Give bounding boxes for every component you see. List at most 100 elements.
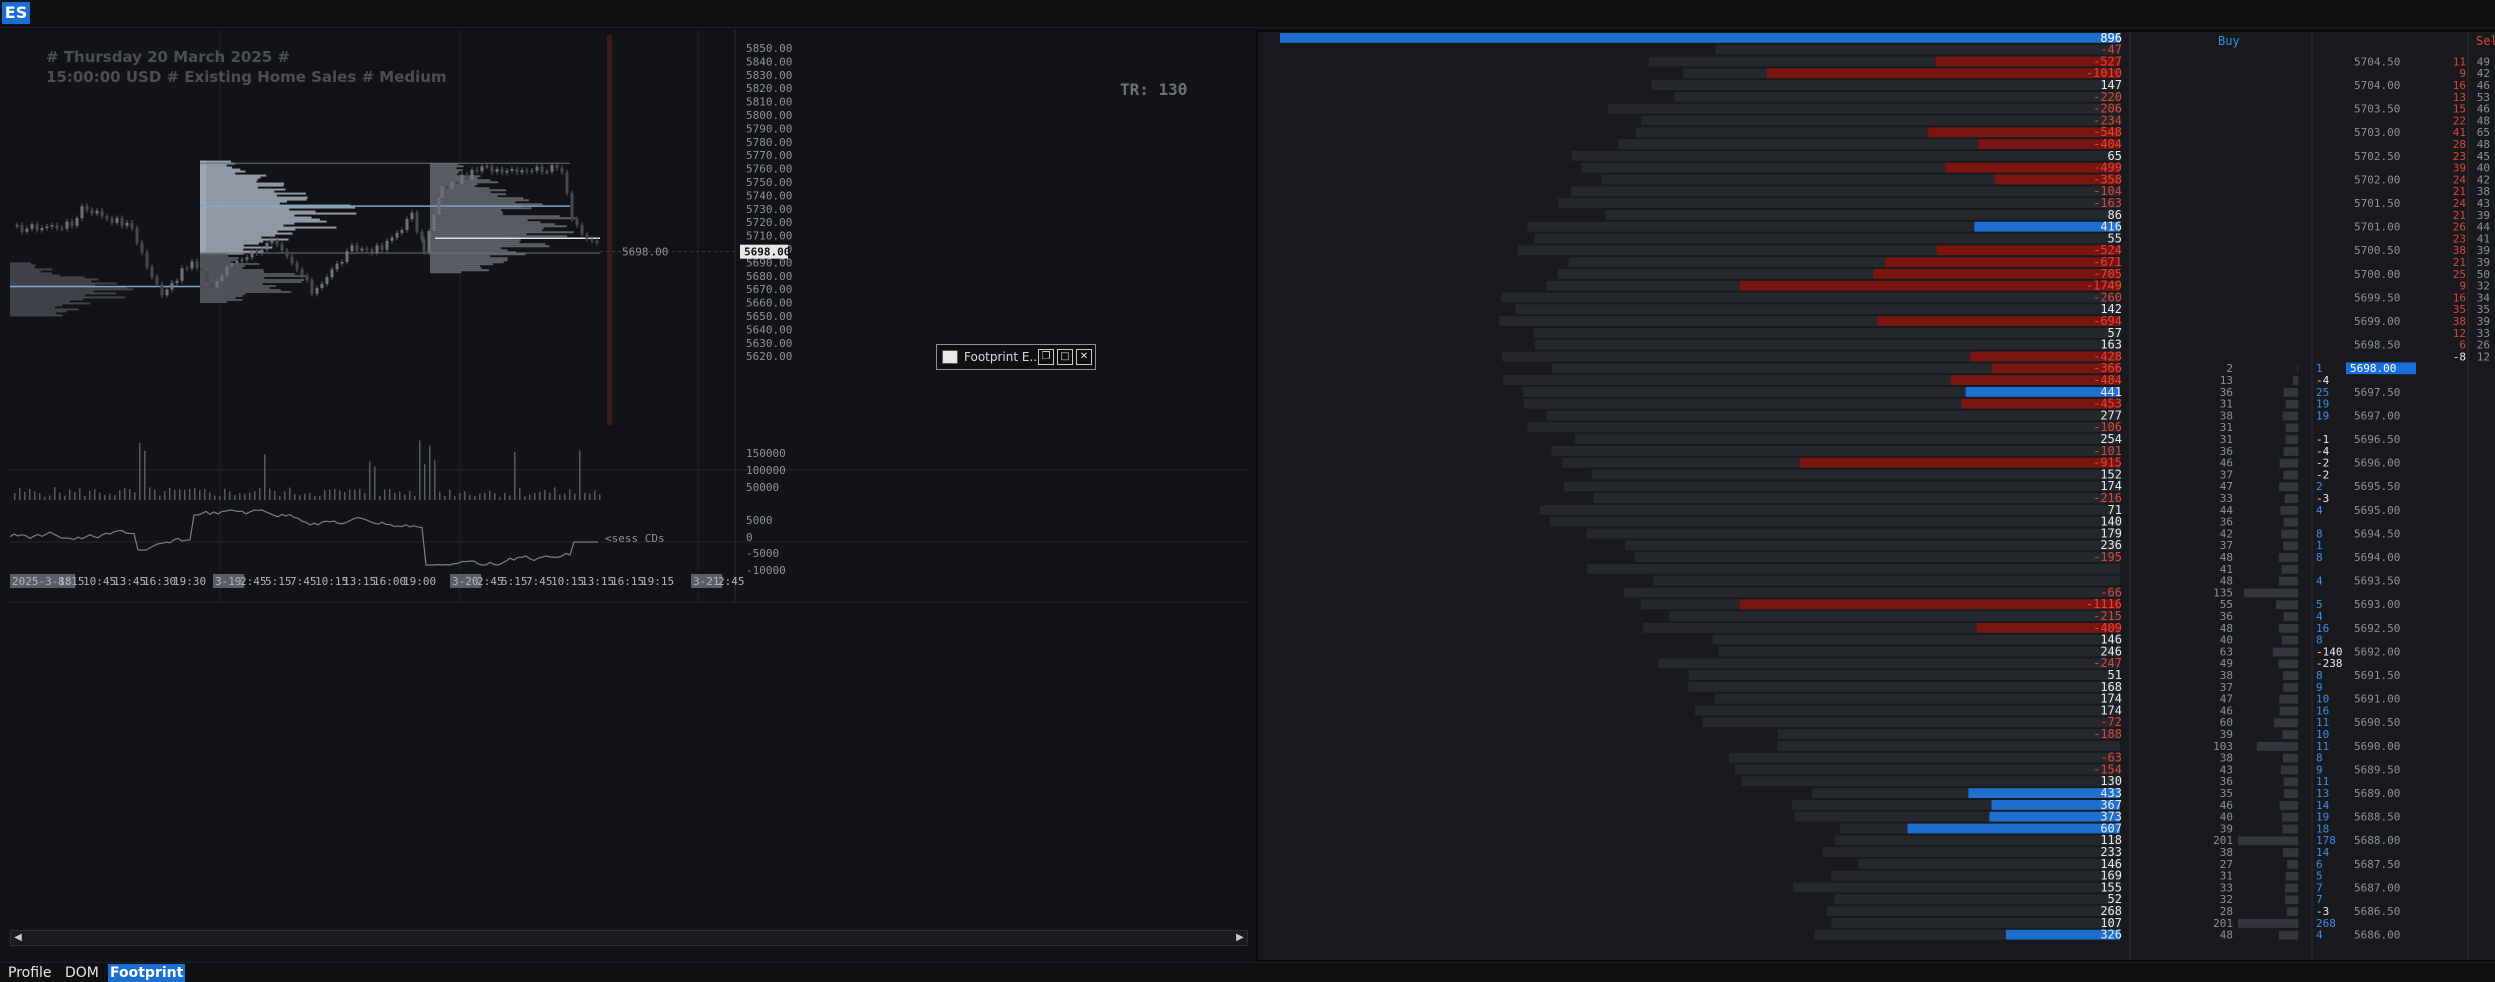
dom-row: -188 39 10 — [1778, 727, 2329, 741]
profile-bar — [200, 263, 260, 266]
dom-volume-bar — [1593, 493, 2120, 503]
volume-bar — [254, 491, 256, 500]
volume-bar — [544, 489, 546, 500]
candle-body — [235, 260, 239, 264]
dom-volume-bar — [1533, 328, 2120, 338]
volume-bar — [399, 491, 401, 500]
bottom-tab-bar: Profile DOM Footprint — [0, 962, 2495, 982]
tab-profile[interactable]: Profile — [6, 964, 54, 982]
dom-row: -163 5701.50 24 43 — [1558, 196, 2490, 210]
candle-body — [25, 228, 29, 232]
dom-trade-bar — [2272, 647, 2298, 657]
volume-bar — [229, 491, 231, 500]
dom-volume-bar — [1653, 575, 2120, 586]
profile-bar — [200, 255, 229, 258]
candle-body — [160, 284, 164, 296]
dom-trade-bar — [2279, 801, 2298, 810]
profile-bar — [430, 269, 489, 272]
profile-bar — [200, 196, 308, 199]
dom-row: -154 43 9 5689.50 — [1735, 762, 2400, 776]
volume-bar — [209, 492, 211, 500]
profile-bar — [430, 239, 521, 242]
volume-bar — [599, 494, 601, 500]
dom-delta-value: -195 — [2093, 550, 2122, 564]
dom-trade-bar — [2283, 541, 2298, 551]
dom-trade-bar — [2276, 600, 2298, 610]
candle-body — [100, 210, 104, 217]
dom-volume-bar — [1702, 717, 2120, 728]
horizontal-scrollbar[interactable]: ◀ ▶ — [10, 930, 1248, 946]
scroll-left-icon[interactable]: ◀ — [11, 931, 25, 945]
profile-bar — [200, 220, 327, 223]
profile-bar — [200, 267, 243, 270]
profile-bar — [200, 182, 285, 185]
volume-bar — [264, 454, 266, 500]
volume-bar — [484, 492, 486, 500]
close-icon[interactable]: ✕ — [1076, 349, 1092, 365]
candle-body — [445, 186, 449, 189]
dom-row: -548 5703.00 41 65 — [1635, 125, 2490, 139]
dom-ladder[interactable]: 896-47-527 5704.50 11 49-1010 9 42147 5704.00 1… — [1258, 32, 2495, 960]
dom-volume-bar — [1534, 339, 2120, 350]
profile-bar — [430, 253, 526, 256]
dom-volume-bar — [1714, 693, 2120, 704]
volume-bar — [244, 493, 246, 500]
price-tick-label: 5630.00 — [746, 337, 792, 350]
volume-bar — [99, 492, 101, 500]
candle-body — [350, 245, 354, 252]
tab-dom[interactable]: DOM — [63, 964, 101, 982]
profile-bar — [200, 172, 236, 175]
dom-volume-bar — [1571, 151, 2120, 161]
chart-panel[interactable]: 5698.00 5850.00 5840.00 5830.00 5820.00 5810.… — [10, 30, 1250, 958]
dom-price-value: 5701.00 — [2354, 221, 2400, 234]
profile-bar — [200, 200, 287, 203]
dom-volume-bar — [1607, 103, 2120, 114]
scroll-right-icon[interactable]: ▶ — [1233, 931, 1247, 945]
dom-price-value: 5696.00 — [2354, 457, 2400, 470]
cd-label: <sess CDs — [605, 532, 665, 545]
profile-bar — [10, 302, 91, 305]
profile-bar — [430, 187, 490, 190]
profile-bar — [430, 219, 528, 222]
dom-volume-bar — [1694, 705, 2120, 716]
profile-bar — [430, 231, 574, 234]
dom-delta-bar — [1968, 788, 2120, 798]
dom-price-value: 5692.00 — [2354, 645, 2400, 658]
dom-row: 107 201 268 — [1831, 916, 2336, 930]
sell-header: Sell — [2476, 34, 2495, 48]
volume-bar — [479, 493, 481, 500]
profile-bar — [10, 268, 53, 271]
volume-bar — [394, 492, 396, 500]
price-tick-label: 5680.00 — [746, 270, 792, 283]
restore-icon[interactable]: ❐ — [1038, 349, 1054, 365]
dom-price-value: 5698.50 — [2354, 339, 2400, 352]
footprint-popup[interactable]: Footprint E... ❐ □ ✕ — [936, 344, 1096, 370]
chart-canvas[interactable]: 5698.00 5850.005840.005830.005820.005810.… — [10, 30, 1250, 958]
volume-bar — [489, 490, 491, 500]
dom-volume-value: 48 — [2220, 929, 2233, 942]
candle-body — [395, 232, 399, 238]
maximize-icon[interactable]: □ — [1057, 349, 1073, 365]
dom-panel[interactable]: 896 -47 -527 5704.50 11 49 -1010 9 42 147 5704.00 1… — [1256, 30, 2495, 962]
candle-body — [510, 169, 514, 171]
candle-body — [440, 186, 444, 198]
profile-bar — [430, 259, 508, 262]
volume-bar — [529, 494, 531, 500]
dom-row: 169 31 5 — [1831, 869, 2323, 883]
symbol-button[interactable]: ES — [2, 2, 30, 24]
tab-footprint[interactable]: Footprint — [108, 964, 186, 982]
candle-body — [250, 250, 254, 258]
dom-volume-bar — [1571, 186, 2120, 197]
candle-body — [580, 225, 584, 235]
candle-body — [420, 231, 424, 240]
profile-bar — [430, 199, 529, 202]
profile-bar — [430, 183, 478, 186]
volume-bar — [39, 493, 41, 500]
profile-bar — [200, 279, 305, 282]
dom-row: -524 5700.50 38 39 — [1517, 243, 2490, 257]
price-tick-label: 5740.00 — [746, 189, 792, 202]
candle-body — [275, 239, 279, 245]
volume-bar — [224, 488, 226, 500]
profile-bar — [200, 283, 263, 286]
profile-bar — [10, 310, 67, 313]
